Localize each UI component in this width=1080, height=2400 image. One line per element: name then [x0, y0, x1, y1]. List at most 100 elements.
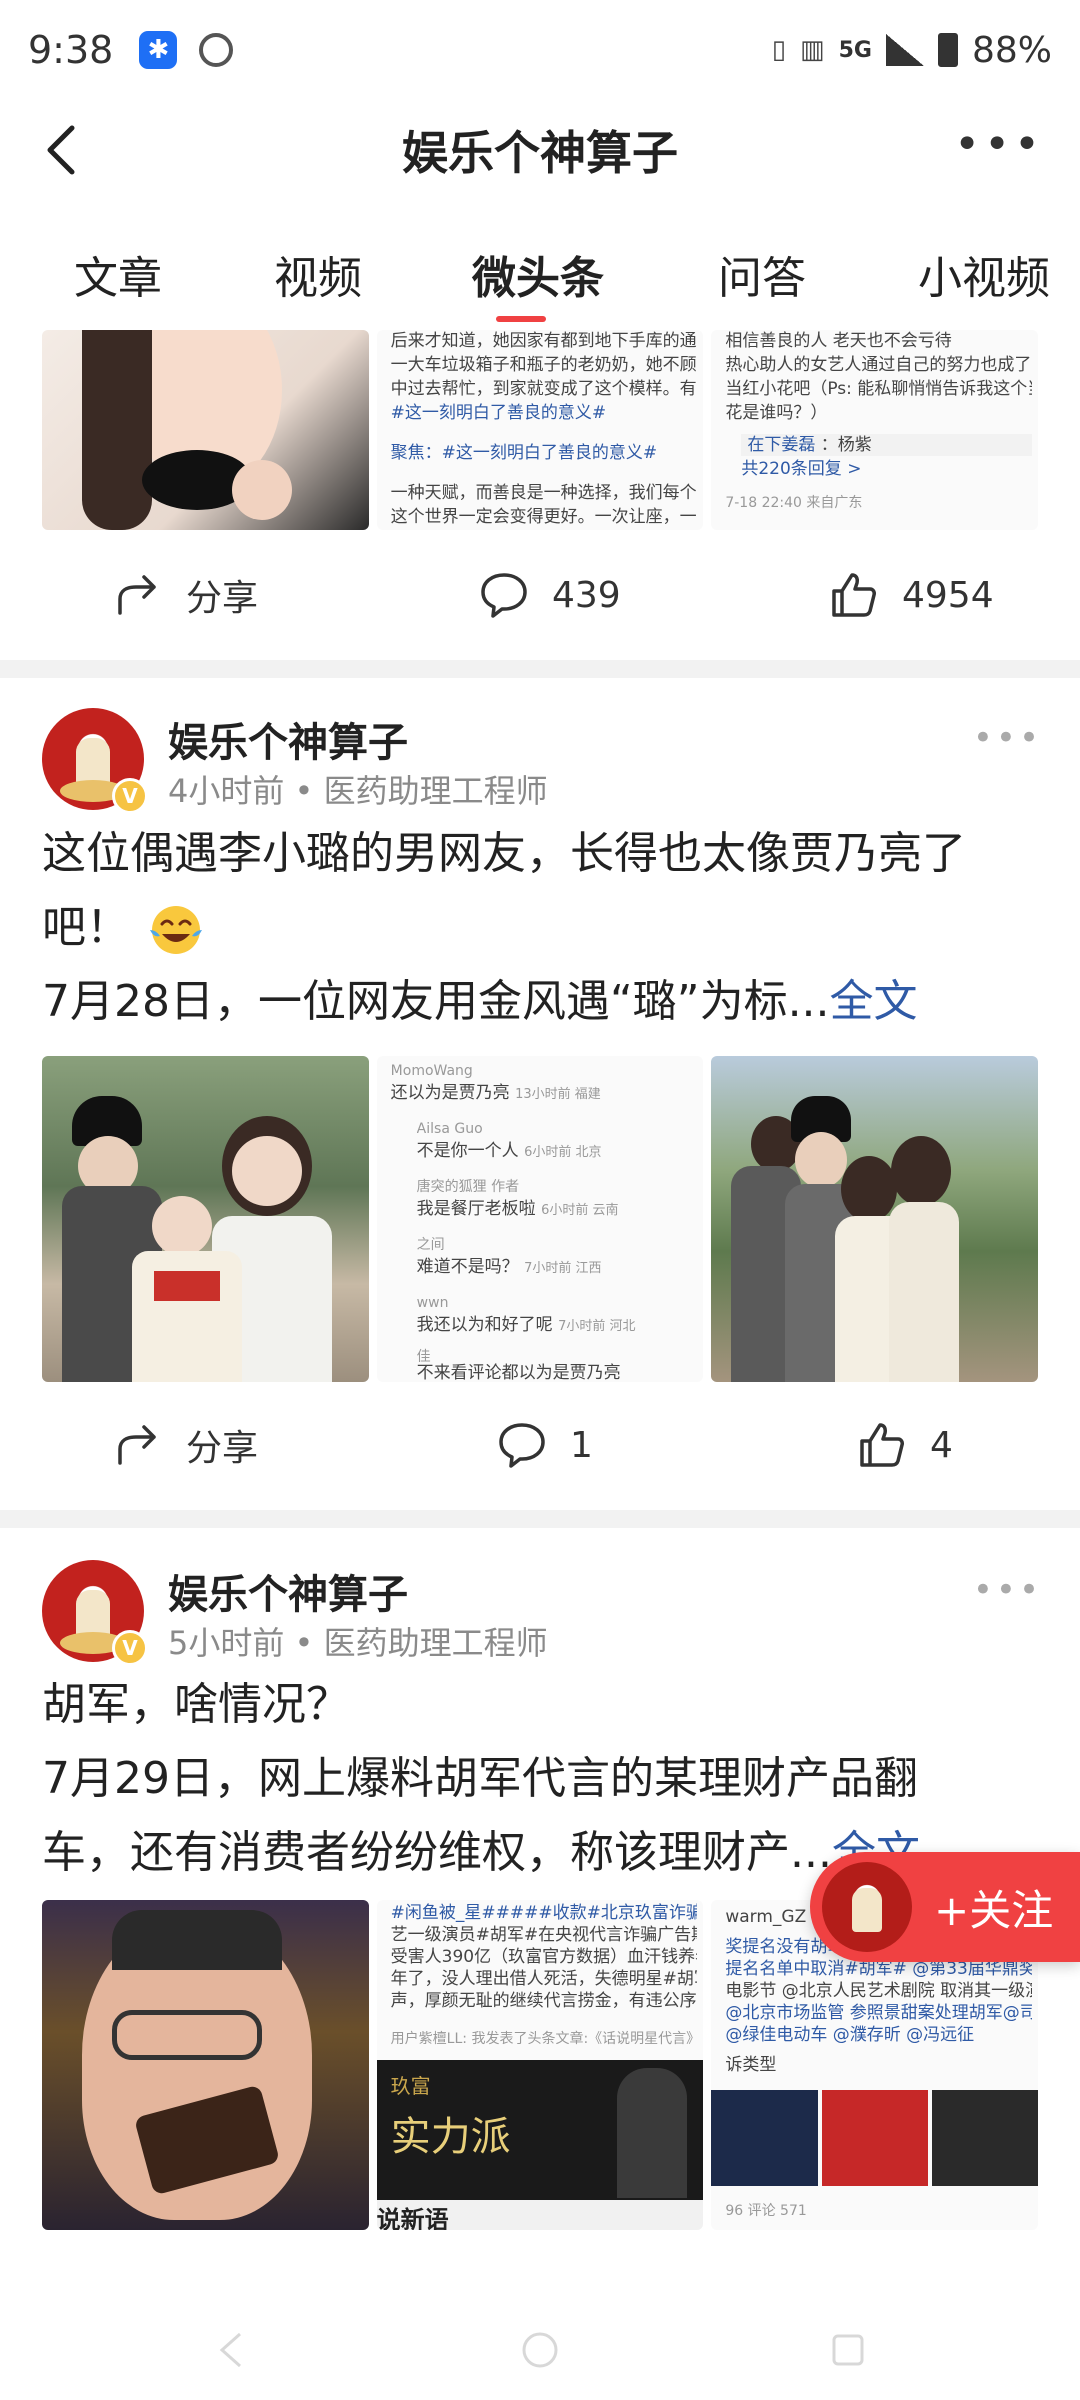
post-title-line: 胡军，啥情况？ [42, 1679, 350, 1730]
image-text: 后来才知道，她因家有都到地下手库的通道， [390, 331, 698, 351]
image-text: 不是你一个人 [416, 1141, 519, 1161]
post-image[interactable]: MomoWang 还以为是贾乃亮 13小时前 福建 Ailsa Guo 不是你一… [376, 1056, 704, 1382]
like-button[interactable]: 4 [856, 1400, 953, 1490]
image-text: 之间 [416, 1237, 445, 1253]
nav-recents-icon[interactable] [826, 2328, 870, 2372]
share-button[interactable]: 分享 [112, 550, 258, 640]
image-text: 用户紫檀LL: 我发表了头条文章:《话说明星代言》 [390, 2031, 698, 2047]
share-button[interactable]: 分享 [112, 1400, 258, 1490]
share-icon [118, 575, 156, 615]
verified-badge-icon: V [112, 1630, 148, 1666]
network-type: 5G [838, 37, 872, 63]
post-title-line: 吧！ [42, 902, 130, 953]
image-text: 艺一级演员#胡军#在央视代言诈骗广告欺诈34 [390, 1925, 698, 1945]
post-more-button[interactable]: ••• [973, 1570, 1042, 1610]
follow-avatar [822, 1862, 912, 1952]
comment-count: 439 [552, 574, 621, 616]
post-image[interactable] [42, 1900, 369, 2230]
signal-icon [885, 34, 924, 66]
image-text: 我还以为和好了呢 [416, 1315, 553, 1335]
tab-short-videos[interactable]: 小视频 [918, 242, 1050, 306]
author-name[interactable]: 娱乐个神算子 [168, 1562, 408, 1620]
tab-videos[interactable]: 视频 [274, 242, 362, 306]
post-content[interactable]: 这位偶遇李小璐的男网友，长得也太像贾乃亮了 吧！ 7月28日，一位网友用金风遇“… [42, 817, 1042, 1039]
comment-count: 1 [570, 1424, 593, 1466]
image-text: 声，厚颜无耻的继续代言捞金，有违公序良俗 [390, 1991, 698, 2011]
image-text: ：杨紫 [820, 435, 872, 455]
share-label: 分享 [186, 1428, 259, 1469]
post-image[interactable] [42, 1056, 369, 1382]
tab-micro-posts[interactable]: 微头条 [472, 242, 604, 306]
image-text: 实力派 [390, 2114, 511, 2160]
image-text: 7小时前 河北 [558, 1319, 636, 1334]
post-time: 5小时前 [168, 1624, 285, 1662]
post-time: 4小时前 [168, 772, 285, 810]
image-text: 我是餐厅老板啦 [416, 1199, 536, 1219]
post-image[interactable]: 相信善良的人 老天也不会亏待 热心助人的女艺人通过自己的努力也成了现 当红小花吧… [711, 330, 1039, 530]
image-text: 13小时前 福建 [515, 1087, 601, 1102]
like-count: 4 [930, 1424, 953, 1466]
image-text: 诉类型 [725, 2055, 777, 2075]
follow-label: +关注 [934, 1885, 1054, 1935]
post-action-bar: 分享 439 4954 [0, 550, 1080, 640]
image-text: 7-18 22:40 来自广东 [725, 495, 863, 511]
battery-icon [937, 33, 958, 67]
hd-icon: ▥ [800, 35, 825, 65]
image-text: 当红小花吧（Ps: 能私聊悄悄告诉我这个当红 [725, 379, 1033, 399]
post-meta: 4小时前 • 医药助理工程师 [168, 772, 548, 810]
post-more-button[interactable]: ••• [973, 718, 1042, 758]
like-button[interactable]: 4954 [828, 550, 994, 640]
post-image[interactable] [711, 1056, 1039, 1382]
image-text: 年了，没人理出借人死活，失德明星#胡军#不 [390, 1969, 698, 1989]
image-text: 受害人390亿（玖富官方数据）血汗钱养老钱， [390, 1947, 698, 1967]
active-tab-indicator [496, 316, 546, 322]
status-time: 9:38 [28, 28, 114, 72]
post-body: 7月28日，一位网友用金风遇“璐”为标... [42, 976, 830, 1027]
image-text: 一大车垃圾箱子和瓶子的老奶奶，她不顾朋 [390, 355, 698, 375]
post-body: 车，还有消费者纷纷维权，称该理财产... [42, 1827, 832, 1878]
feed[interactable]: 后来才知道，她因家有都到地下手库的通道， 一大车垃圾箱子和瓶子的老奶奶，她不顾朋… [0, 330, 1080, 2400]
post-image[interactable]: 后来才知道，她因家有都到地下手库的通道， 一大车垃圾箱子和瓶子的老奶奶，她不顾朋… [376, 330, 704, 530]
nav-back-icon[interactable] [210, 2328, 254, 2372]
post-header: V 娱乐个神算子 5小时前 • 医药助理工程师 ••• [42, 1560, 1042, 1670]
image-text: 中过去帮忙，到家就变成了这个模样。有的人翻 [390, 379, 698, 399]
tab-qa[interactable]: 问答 [718, 242, 806, 306]
follow-button[interactable]: +关注 [810, 1852, 1080, 1962]
image-text: 聚焦：#这一刻明白了善良的意义# [390, 443, 658, 463]
share-icon [118, 1425, 156, 1465]
post-image-grid: MomoWang 还以为是贾乃亮 13小时前 福建 Ailsa Guo 不是你一… [42, 1056, 1039, 1382]
image-text: 6小时前 北京 [524, 1145, 602, 1160]
image-text: 难道不是吗？ [416, 1257, 519, 1277]
full-text-link[interactable]: 全文 [830, 976, 918, 1027]
image-text: MomoWang [390, 1063, 473, 1079]
post-image-grid: 后来才知道，她因家有都到地下手库的通道， 一大车垃圾箱子和瓶子的老奶奶，她不顾朋… [42, 330, 1039, 530]
comment-button[interactable]: 1 [496, 1400, 593, 1490]
vibrate-icon: ▯ [771, 35, 787, 65]
author-name[interactable]: 娱乐个神算子 [168, 710, 408, 768]
crying-laughing-emoji-icon [150, 906, 202, 954]
verified-badge-icon: V [112, 778, 148, 814]
status-bar: 9:38 ✱ ▯ ▥ 5G 88% [0, 0, 1080, 100]
back-button[interactable] [36, 122, 92, 178]
data-saver-icon [199, 33, 234, 67]
post-image[interactable]: #闲鱼被_星#####收款#北京玖富诈骗集团 艺一级演员#胡军#在央视代言诈骗广… [376, 1900, 704, 2230]
post-body: 7月29日，网上爆料胡军代言的某理财产品翻 [42, 1753, 918, 1804]
more-options-button[interactable]: ••• [954, 123, 1044, 167]
image-text: Ailsa Guo [416, 1121, 483, 1137]
system-nav-bar [0, 2300, 1080, 2400]
image-text: 共220条回复 > [741, 459, 862, 479]
comment-button[interactable]: 439 [478, 550, 621, 640]
image-text: 还以为是贾乃亮 [390, 1083, 510, 1103]
image-text: 这个世界一定会变得更好。一次让座，一次挽扶 [390, 507, 698, 527]
share-label: 分享 [186, 578, 259, 619]
image-text: 相信善良的人 老天也不会亏待 [725, 331, 952, 351]
image-text: 在下姜磊 [747, 435, 816, 455]
post-image[interactable] [42, 330, 369, 530]
tab-articles[interactable]: 文章 [74, 242, 162, 306]
image-text: 说新语 [376, 2206, 449, 2230]
nav-home-icon[interactable] [518, 2328, 562, 2372]
battery-level: 88% [971, 29, 1052, 71]
post-header: V 娱乐个神算子 4小时前 • 医药助理工程师 ••• [42, 708, 1042, 818]
image-text: 一种天赋，而善良是一种选择，我们每个人都择 [390, 483, 698, 503]
image-text: wwn [416, 1295, 449, 1311]
